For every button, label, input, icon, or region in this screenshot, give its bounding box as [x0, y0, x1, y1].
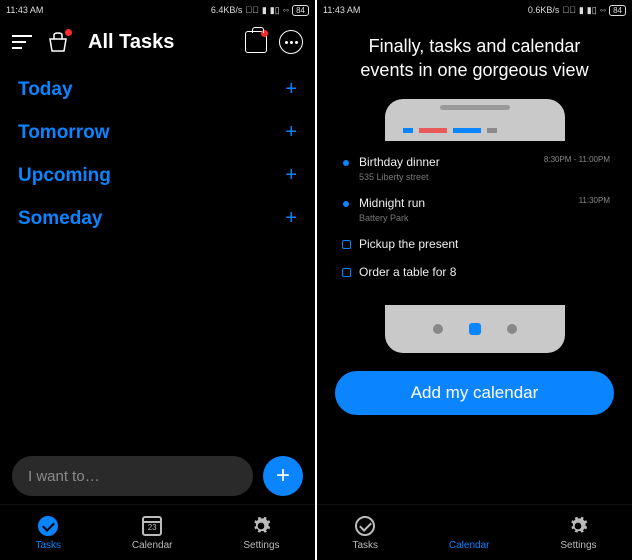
add-icon[interactable]: + [285, 164, 297, 187]
calendar-icon: 23 [459, 516, 479, 536]
list-item: Birthday dinner 535 Liberty street 8:30P… [339, 155, 610, 182]
basket-icon[interactable] [46, 31, 70, 53]
list-item: Order a table for 8 [339, 265, 610, 279]
battery-icon: 84 [292, 5, 309, 16]
no-sound-icon: ✕⃠ [245, 5, 259, 15]
page-title[interactable]: All Tasks [88, 31, 174, 54]
task-checkbox-icon [342, 240, 351, 249]
status-time: 11:43 AM [323, 5, 360, 15]
tab-bar: Tasks 23 Calendar Settings [0, 504, 315, 560]
tab-settings[interactable]: Settings [243, 515, 279, 551]
screen-calendar-promo: 11:43 AM 0.6KB/s ✕⃠ ▮ ▮▯ ◦◦ 84 Finally, … [317, 0, 632, 560]
event-list: Birthday dinner 535 Liberty street 8:30P… [335, 141, 614, 301]
status-net: 0.6KB/s [528, 5, 560, 15]
inbox-icon[interactable] [245, 31, 267, 53]
tab-tasks[interactable]: Tasks [35, 515, 61, 551]
wifi-icon: ◦◦ [600, 5, 606, 15]
sim-icon: ▮ [262, 5, 267, 16]
section-upcoming[interactable]: Upcoming + [18, 164, 297, 187]
notification-dot [261, 30, 268, 37]
status-net: 6.4KB/s [211, 5, 243, 15]
tab-tasks[interactable]: Tasks [352, 515, 378, 551]
task-checkbox-icon [342, 268, 351, 277]
add-icon[interactable]: + [285, 121, 297, 144]
signal-icon: ▮▯ [270, 5, 280, 16]
sim-icon: ▮ [579, 5, 584, 16]
status-bar: 11:43 AM 6.4KB/s ✕⃠ ▮ ▮▯ ◦◦ 84 [0, 0, 315, 20]
header: All Tasks [0, 20, 315, 64]
check-icon [38, 516, 58, 536]
wifi-icon: ◦◦ [283, 5, 289, 15]
device-preview-top [385, 99, 565, 141]
screen-all-tasks: 11:43 AM 6.4KB/s ✕⃠ ▮ ▮▯ ◦◦ 84 All Tasks… [0, 0, 315, 560]
tab-calendar[interactable]: 23 Calendar [449, 515, 490, 551]
calendar-icon: 23 [142, 516, 162, 536]
tab-calendar[interactable]: 23 Calendar [132, 515, 173, 551]
battery-icon: 84 [609, 5, 626, 16]
event-dot-icon [343, 160, 349, 166]
no-sound-icon: ✕⃠ [562, 5, 576, 15]
tab-settings[interactable]: Settings [560, 515, 596, 551]
signal-icon: ▮▯ [587, 5, 597, 16]
gear-icon [250, 515, 272, 537]
add-task-button[interactable]: + [263, 456, 303, 496]
promo-content: Finally, tasks and calendar events in on… [317, 20, 632, 504]
status-bar: 11:43 AM 0.6KB/s ✕⃠ ▮ ▮▯ ◦◦ 84 [317, 0, 632, 20]
section-today[interactable]: Today + [18, 78, 297, 101]
quick-add-input[interactable]: I want to… [12, 456, 253, 496]
quick-add-row: I want to… + [0, 456, 315, 504]
section-someday[interactable]: Someday + [18, 207, 297, 230]
event-dot-icon [343, 201, 349, 207]
more-icon[interactable] [279, 30, 303, 54]
add-calendar-button[interactable]: Add my calendar [335, 371, 614, 415]
check-icon [355, 516, 375, 536]
device-preview-bottom [385, 305, 565, 353]
list-item: Midnight run Battery Park 11:30PM [339, 196, 610, 223]
add-icon[interactable]: + [285, 78, 297, 101]
section-tomorrow[interactable]: Tomorrow + [18, 121, 297, 144]
notification-dot [65, 29, 72, 36]
sections-list: Today + Tomorrow + Upcoming + Someday + [0, 64, 315, 456]
list-item: Pickup the present [339, 237, 610, 251]
status-time: 11:43 AM [6, 5, 43, 15]
gear-icon [567, 515, 589, 537]
tab-bar: Tasks 23 Calendar Settings [317, 504, 632, 560]
promo-headline: Finally, tasks and calendar events in on… [335, 34, 614, 83]
add-icon[interactable]: + [285, 207, 297, 230]
menu-icon[interactable] [12, 35, 34, 49]
